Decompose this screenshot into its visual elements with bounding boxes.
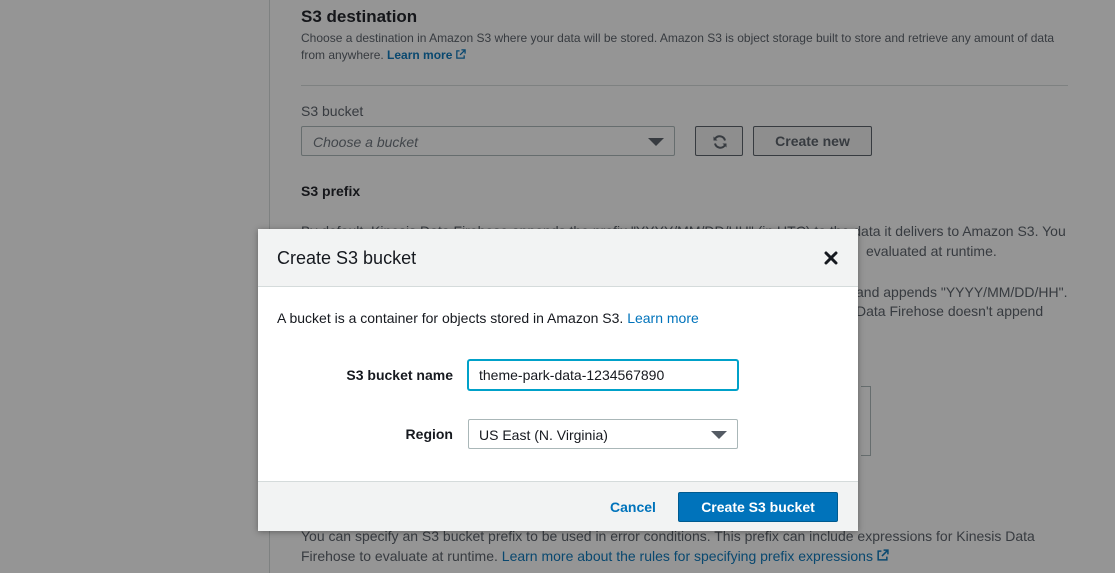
modal-title: Create S3 bucket (277, 248, 417, 268)
region-selected-value: US East (N. Virginia) (479, 427, 608, 443)
modal-header: Create S3 bucket (258, 229, 858, 287)
close-icon (824, 251, 838, 265)
modal-intro-text: A bucket is a container for objects stor… (277, 310, 624, 326)
modal-intro: A bucket is a container for objects stor… (277, 310, 699, 326)
modal-body: A bucket is a container for objects stor… (258, 287, 858, 481)
create-s3-bucket-modal: Create S3 bucket A bucket is a container… (258, 229, 858, 531)
bucket-name-input[interactable] (468, 360, 738, 390)
modal-learn-more-link[interactable]: Learn more (627, 310, 699, 326)
cancel-button[interactable]: Cancel (598, 492, 668, 522)
modal-footer: Cancel Create S3 bucket (258, 481, 858, 531)
caret-down-icon (711, 431, 727, 439)
close-button[interactable] (822, 249, 840, 267)
region-select[interactable]: US East (N. Virginia) (468, 419, 738, 449)
create-s3-bucket-button[interactable]: Create S3 bucket (678, 492, 838, 522)
region-label: Region (405, 426, 453, 442)
bucket-name-label: S3 bucket name (346, 367, 453, 383)
